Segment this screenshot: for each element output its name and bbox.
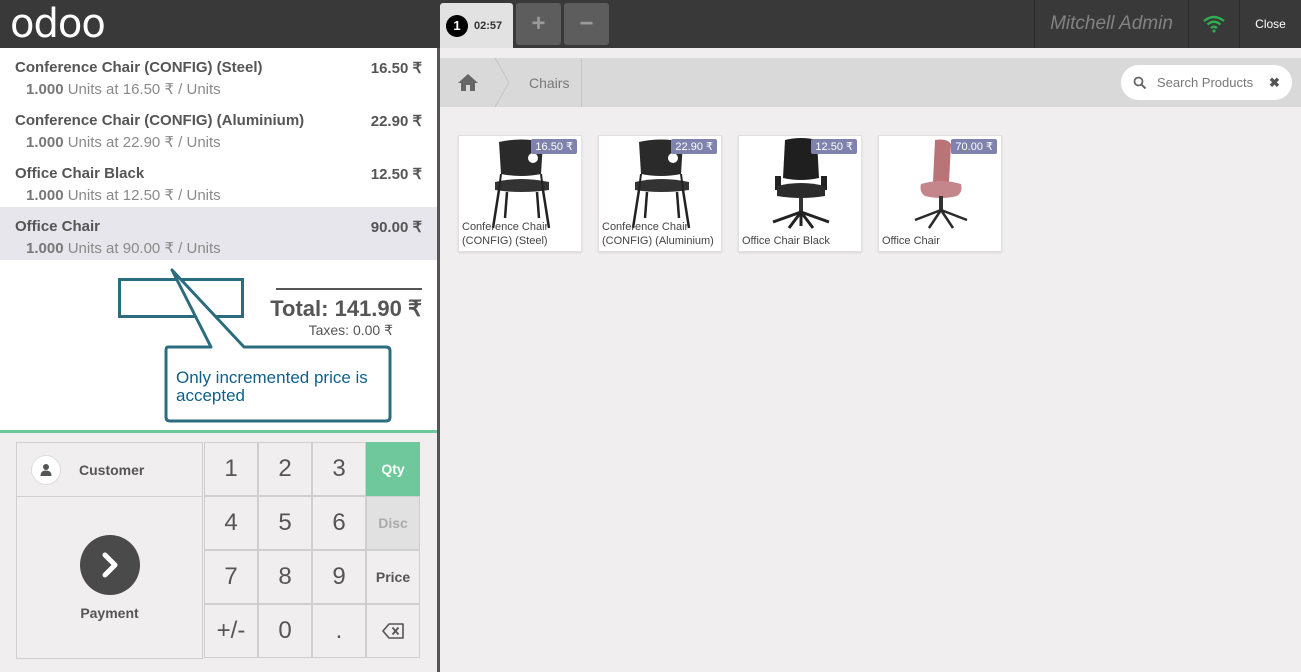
chevron-right-icon bbox=[80, 535, 140, 595]
product-price-tag: 12.50 ₹ bbox=[811, 139, 857, 154]
product-name: Office Chair Black bbox=[742, 235, 830, 247]
numpad-key-sign[interactable]: +/- bbox=[204, 604, 258, 658]
control-pad: Customer Payment 1 2 3 Qty 4 5 6 Disc 7 bbox=[0, 430, 437, 672]
user-name[interactable]: Mitchell Admin bbox=[1034, 0, 1188, 48]
close-button[interactable]: Close bbox=[1239, 0, 1301, 48]
product-screen: Chairs ✖ 16.50 ₹ bbox=[440, 48, 1301, 672]
home-icon[interactable] bbox=[440, 58, 495, 107]
order-number-badge: 1 bbox=[446, 14, 468, 37]
mode-price-button[interactable]: Price bbox=[366, 550, 420, 604]
product-card[interactable]: 22.90 ₹ Conference Chair (CONFIG) (Alumi… bbox=[598, 135, 722, 252]
numpad-key-0[interactable]: 0 bbox=[258, 604, 312, 658]
numpad-key-8[interactable]: 8 bbox=[258, 550, 312, 604]
numpad-key-2[interactable]: 2 bbox=[258, 442, 312, 496]
breadcrumb-chairs[interactable]: Chairs bbox=[515, 58, 583, 107]
numpad-key-4[interactable]: 4 bbox=[204, 496, 258, 550]
numpad-key-6[interactable]: 6 bbox=[312, 496, 366, 550]
add-order-button[interactable]: + bbox=[516, 3, 561, 45]
user-icon bbox=[31, 454, 61, 485]
backspace-icon[interactable] bbox=[366, 604, 420, 658]
customer-label: Customer bbox=[79, 461, 145, 478]
numpad-key-3[interactable]: 3 bbox=[312, 442, 366, 496]
product-name: Conference Chair (CONFIG) (Aluminium) bbox=[602, 221, 714, 247]
customer-button[interactable]: Customer bbox=[16, 442, 203, 497]
order-tab[interactable]: 1 02:57 bbox=[440, 3, 513, 48]
payment-label: Payment bbox=[80, 605, 139, 621]
pos-app: odoo 1 02:57 + − Mitchell Admin Close Co… bbox=[0, 0, 1301, 672]
search-box: ✖ bbox=[1121, 65, 1292, 100]
product-card[interactable]: 16.50 ₹ Conference Chair (CONFIG) (Steel… bbox=[458, 135, 582, 252]
order-panel: Conference Chair (CONFIG) (Steel) 16.50 … bbox=[0, 48, 440, 672]
odoo-logo: odoo bbox=[10, 1, 106, 47]
product-price-tag: 22.90 ₹ bbox=[671, 139, 717, 154]
wifi-icon bbox=[1188, 0, 1239, 48]
callout-text: Only incremented price is accepted bbox=[176, 368, 368, 405]
numpad: 1 2 3 Qty 4 5 6 Disc 7 8 9 Price +/- 0 . bbox=[204, 442, 421, 659]
search-icon bbox=[1133, 76, 1147, 89]
product-card[interactable]: 70.00 ₹ Office Chair bbox=[878, 135, 1002, 252]
mode-qty-button[interactable]: Qty bbox=[366, 442, 420, 496]
numpad-key-7[interactable]: 7 bbox=[204, 550, 258, 604]
product-card[interactable]: 12.50 ₹ Office Chair Black bbox=[738, 135, 862, 252]
numpad-key-9[interactable]: 9 bbox=[312, 550, 366, 604]
payment-button[interactable]: Payment bbox=[16, 496, 203, 659]
order-time: 02:57 bbox=[474, 19, 503, 32]
search-input[interactable] bbox=[1157, 75, 1267, 90]
product-name: Conference Chair (CONFIG) (Steel) bbox=[462, 221, 549, 247]
numpad-key-5[interactable]: 5 bbox=[258, 496, 312, 550]
top-bar: odoo 1 02:57 + − Mitchell Admin Close bbox=[0, 0, 1301, 48]
product-price-tag: 16.50 ₹ bbox=[531, 139, 577, 154]
remove-order-button[interactable]: − bbox=[564, 3, 609, 45]
product-price-tag: 70.00 ₹ bbox=[951, 139, 997, 154]
numpad-key-dot[interactable]: . bbox=[312, 604, 366, 658]
numpad-key-1[interactable]: 1 bbox=[204, 442, 258, 496]
products-header: Chairs ✖ bbox=[440, 58, 1301, 107]
product-name: Office Chair bbox=[882, 235, 940, 247]
clear-search-icon[interactable]: ✖ bbox=[1269, 75, 1280, 91]
mode-disc-button[interactable]: Disc bbox=[366, 496, 420, 550]
breadcrumb-separator bbox=[495, 58, 510, 107]
